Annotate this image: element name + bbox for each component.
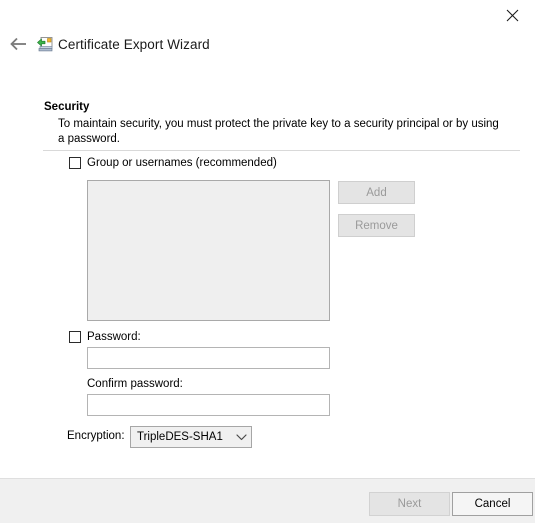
password-label: Password: — [87, 331, 141, 343]
encryption-selected-value: TripleDES-SHA1 — [137, 431, 223, 443]
close-button[interactable] — [490, 0, 535, 30]
confirm-password-input[interactable] — [87, 394, 330, 416]
window-titlebar: Certificate Export Wizard — [0, 0, 535, 72]
confirm-password-label: Confirm password: — [87, 378, 183, 390]
encryption-label: Encryption: — [67, 430, 125, 442]
add-button[interactable]: Add — [338, 181, 415, 204]
page-description: To maintain security, you must protect t… — [58, 118, 499, 145]
next-button[interactable]: Next — [369, 492, 450, 516]
heading-divider — [43, 150, 520, 151]
group-usernames-checkbox[interactable] — [69, 157, 81, 169]
password-input[interactable] — [87, 347, 330, 369]
chevron-down-icon — [231, 433, 251, 441]
page-heading: Security — [44, 101, 90, 113]
encryption-dropdown[interactable]: TripleDES-SHA1 — [130, 426, 252, 448]
group-usernames-listbox[interactable] — [87, 180, 330, 321]
group-usernames-label: Group or usernames (recommended) — [87, 157, 277, 169]
close-icon — [506, 9, 519, 22]
window-title: Certificate Export Wizard — [58, 37, 210, 52]
back-button[interactable] — [6, 33, 32, 57]
remove-button[interactable]: Remove — [338, 214, 415, 237]
password-checkbox[interactable] — [69, 331, 81, 343]
dialog-footer: Next Cancel — [0, 478, 535, 523]
cancel-button[interactable]: Cancel — [452, 492, 533, 516]
certificate-export-icon — [37, 36, 54, 53]
group-usernames-checkbox-row[interactable]: Group or usernames (recommended) — [69, 157, 277, 169]
password-checkbox-row[interactable]: Password: — [69, 331, 141, 343]
back-arrow-icon — [9, 36, 29, 55]
